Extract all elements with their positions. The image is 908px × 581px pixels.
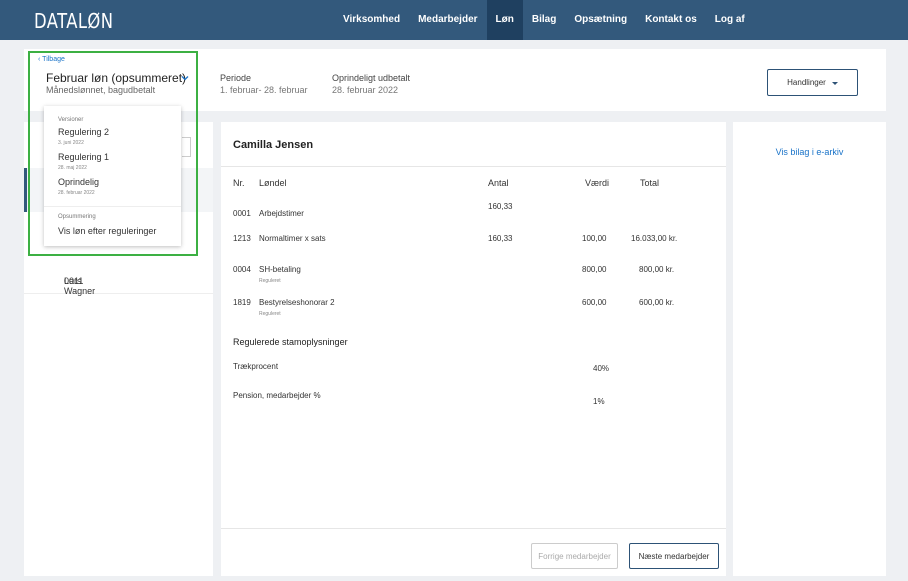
- dropdown-divider: [44, 206, 181, 207]
- nav-item-opsaetning[interactable]: Opsætning: [565, 0, 636, 40]
- caret-down-icon: [831, 81, 838, 85]
- employee-search-input[interactable]: [182, 137, 191, 157]
- row-nr: 0004: [233, 265, 251, 274]
- right-side-panel: Vis bilag i e-arkiv: [733, 122, 886, 576]
- version-item-regulering-2[interactable]: Regulering 2: [58, 127, 109, 137]
- row-item: Arbejdstimer: [259, 209, 304, 218]
- main-nav: Virksomhed Medarbejder Løn Bilag Opsætni…: [334, 0, 754, 40]
- period-value: 1. februar- 28. februar: [220, 85, 308, 95]
- dataloen-logo[interactable]: DATALØN: [34, 9, 113, 33]
- payroll-subtitle: Månedslønnet, bagudbetalt: [46, 85, 156, 95]
- back-link[interactable]: ‹ Tilbage: [38, 56, 65, 63]
- versions-heading: Versioner: [58, 117, 84, 123]
- nav-item-medarbejder[interactable]: Medarbejder: [409, 0, 486, 40]
- master-data-label: Pension, medarbejder %: [233, 391, 321, 400]
- nav-item-kontakt-os[interactable]: Kontakt os: [636, 0, 706, 40]
- version-date: 28. maj 2022: [58, 165, 87, 171]
- actions-button[interactable]: Handlinger: [767, 69, 858, 96]
- row-total: 16.033,00 kr.: [631, 234, 678, 243]
- next-employee-button[interactable]: Næste medarbejder: [629, 543, 719, 569]
- row-total: 600,00 kr.: [639, 298, 675, 307]
- row-item: SH-betaling: [259, 265, 301, 274]
- master-data-value: 40%: [593, 364, 610, 373]
- row-item: Bestyrelseshonorar 2: [259, 298, 335, 307]
- nav-item-loen[interactable]: Løn: [486, 0, 523, 40]
- header-divider: [221, 166, 726, 167]
- nav-item-log-af[interactable]: Log af: [706, 0, 754, 40]
- row-qty: 160,33: [488, 202, 513, 211]
- summary-item-show-adjusted[interactable]: Vis løn efter reguleringer: [58, 226, 156, 236]
- row-item: Normaltimer x sats: [259, 234, 326, 243]
- row-qty: 160,33: [488, 234, 513, 243]
- version-date: 3. juni 2022: [58, 140, 84, 146]
- paid-label: Oprindeligt udbetalt: [332, 73, 411, 83]
- period-label: Periode: [220, 73, 252, 83]
- chevron-left-icon: ‹: [38, 56, 41, 63]
- column-header-qty: Antal: [488, 178, 509, 188]
- paid-value: 28. februar 2022: [332, 85, 399, 95]
- versions-dropdown: Versioner Regulering 2 3. juni 2022 Regu…: [44, 106, 181, 246]
- back-link-label: Tilbage: [42, 56, 65, 63]
- row-nr: 1213: [233, 234, 251, 243]
- footer-divider: [221, 528, 726, 529]
- payslip-card: Camilla Jensen Nr. Løndel Antal Værdi To…: [221, 122, 726, 576]
- version-item-regulering-1[interactable]: Regulering 1: [58, 152, 109, 162]
- row-nr: 0001: [233, 209, 251, 218]
- column-header-item: Løndel: [259, 178, 287, 188]
- previous-employee-button[interactable]: Forrige medarbejder: [531, 543, 618, 569]
- row-note: Reguleret: [259, 278, 281, 284]
- row-nr: 1819: [233, 298, 251, 307]
- summary-heading: Opsummering: [58, 214, 96, 220]
- column-header-value: Værdi: [585, 178, 610, 188]
- row-value: 600,00: [582, 298, 607, 307]
- employee-name: Camilla Jensen: [233, 139, 314, 151]
- nav-item-virksomhed[interactable]: Virksomhed: [334, 0, 409, 40]
- chevron-down-icon[interactable]: [180, 73, 190, 83]
- payroll-title[interactable]: Februar løn (opsummeret): [46, 71, 186, 85]
- row-value: 800,00: [582, 265, 607, 274]
- version-item-oprindelig[interactable]: Oprindelig: [58, 177, 99, 187]
- row-total: 800,00 kr.: [639, 265, 675, 274]
- employee-label: 0011 Lars Wagner: [64, 276, 96, 296]
- employee-list-item[interactable]: 0011 Lars Wagner: [24, 256, 213, 296]
- nav-item-bilag[interactable]: Bilag: [523, 0, 565, 40]
- master-data-title: Regulerede stamoplysninger: [233, 337, 348, 347]
- actions-button-label: Handlinger: [787, 78, 826, 87]
- column-header-total: Total: [640, 178, 660, 188]
- master-data-value: 1%: [593, 397, 605, 406]
- column-header-nr: Nr.: [233, 178, 245, 188]
- e-archive-link[interactable]: Vis bilag i e-arkiv: [733, 147, 886, 157]
- version-date: 28. februar 2022: [58, 190, 95, 196]
- row-note: Reguleret: [259, 311, 281, 317]
- row-value: 100,00: [582, 234, 607, 243]
- master-data-label: Trækprocent: [233, 362, 279, 371]
- payroll-header-card: ‹ Tilbage Februar løn (opsummeret) Måned…: [24, 49, 886, 111]
- top-navigation-bar: DATALØN Virksomhed Medarbejder Løn Bilag…: [0, 0, 908, 40]
